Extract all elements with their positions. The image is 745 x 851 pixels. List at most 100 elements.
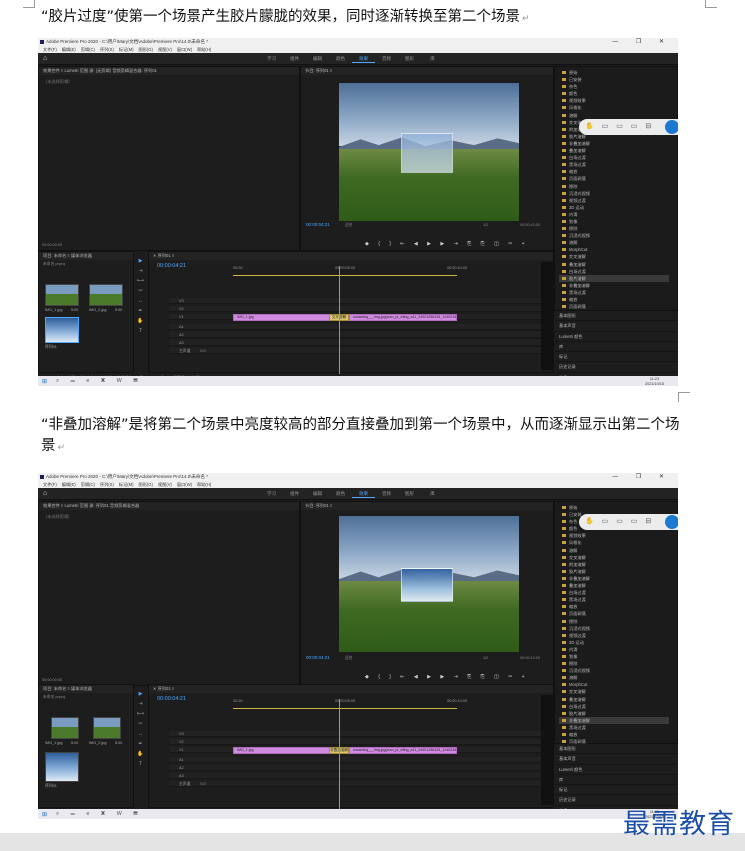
effect-controls-tabs[interactable]: 效果控件 ≡ Lumetri 范围 源: (无剪辑) 音频剪辑混合器: 序列01 — [39, 67, 299, 75]
selection-tool-icon[interactable]: ▶ — [136, 689, 145, 699]
timeline-clip-1[interactable]: IMG_1.jpg — [233, 314, 333, 321]
menu-window[interactable]: 窗口(W) — [177, 481, 192, 488]
floating-toolbar[interactable]: ✋ ▭ ▭ ▭ ⊟ — [579, 514, 678, 530]
tab-audio[interactable]: 音频 — [375, 56, 398, 62]
hand-tool-icon[interactable]: ✋ — [136, 749, 145, 759]
tab-learn[interactable]: 学习 — [260, 491, 283, 497]
fit-dropdown[interactable]: 适合 — [345, 223, 353, 228]
effects-tree-item[interactable]: MorphCut — [559, 246, 669, 253]
razor-tool-icon[interactable]: ✂ — [136, 286, 145, 296]
playhead[interactable] — [339, 699, 340, 809]
type-tool-icon[interactable]: T — [136, 326, 145, 336]
effects-tree-item[interactable]: 页面剥落 — [559, 175, 669, 182]
effects-tree-item[interactable]: 白场过渡 — [559, 268, 669, 275]
tab-graphics[interactable]: 图形 — [398, 56, 421, 62]
windows-start-icon[interactable]: ⊞ — [42, 811, 47, 818]
menu-view[interactable]: 视图(V) — [158, 481, 172, 488]
section-essential-graphics[interactable]: 基本图形 — [555, 744, 677, 755]
media-thumbnail[interactable] — [45, 752, 79, 782]
track-select-icon[interactable]: ⇥ — [136, 266, 145, 276]
window-controls[interactable]: — ❐ ✕ — [612, 38, 672, 45]
effects-tree-item[interactable]: 风格化 — [559, 104, 669, 111]
taskbar-app-icons[interactable]: ⌕ ▭ e ▣ W ▤ — [56, 378, 143, 385]
tab-graphics[interactable]: 图形 — [398, 491, 421, 497]
menu-graphics[interactable]: 图形(G) — [139, 481, 153, 488]
project-panel-tabs[interactable]: 项目: 未命名 ≡ 媒体浏览器 — [39, 685, 133, 693]
menu-sequence[interactable]: 序列(S) — [100, 481, 114, 488]
menu-clip[interactable]: 剪辑(C) — [81, 481, 95, 488]
media-thumbnail[interactable] — [51, 717, 79, 739]
effects-tree-item[interactable]: 溶解 — [559, 547, 669, 554]
menu-clip[interactable]: 剪辑(C) — [81, 46, 95, 53]
effects-tree-item[interactable]: 划像 — [559, 653, 669, 660]
effects-tree-item[interactable]: 视频效果 — [559, 97, 669, 104]
effects-tree-item[interactable]: 胶片溶解 — [559, 568, 669, 575]
section-essential-sound[interactable]: 基本声音 — [555, 321, 677, 332]
effects-tree-item[interactable]: 视频过渡 — [559, 197, 669, 204]
effects-tree-item[interactable]: 风格化 — [559, 539, 669, 546]
media-thumbnail[interactable] — [45, 284, 79, 306]
tab-assembly[interactable]: 组件 — [283, 491, 306, 497]
tab-effects[interactable]: 效果 — [352, 491, 375, 498]
section-libraries[interactable]: 库 — [555, 775, 677, 786]
effects-tree-item[interactable]: 白场过渡 — [559, 154, 669, 161]
timeline-clip-2[interactable]: snownlkq___img,jpg(cum_pi_xiling_a11_240… — [349, 747, 457, 754]
tab-learn[interactable]: 学习 — [260, 56, 283, 62]
effects-tree-item[interactable]: 视频过渡 — [559, 632, 669, 639]
effects-tree-item[interactable]: 颜色 — [559, 90, 669, 97]
effects-tree-item[interactable]: 非叠加溶解 — [559, 140, 669, 147]
effects-tree-item[interactable]: 溶解 — [559, 112, 669, 119]
tab-color[interactable]: 颜色 — [329, 56, 352, 62]
home-icon[interactable]: ⌂ — [43, 490, 47, 497]
section-history[interactable]: 历史记录 — [555, 362, 677, 373]
selection-tool-icon[interactable]: ▶ — [136, 256, 145, 266]
section-essential-graphics[interactable]: 基本图形 — [555, 311, 677, 322]
effects-tree-item[interactable]: 3D 运动 — [559, 204, 669, 211]
effects-tree-item[interactable]: 内滑 — [559, 211, 669, 218]
effects-tree-item[interactable]: 擦除 — [559, 660, 669, 667]
media-thumbnail[interactable] — [93, 717, 121, 739]
menu-sequence[interactable]: 序列(S) — [100, 46, 114, 53]
timeline-timecode[interactable]: 00:00:04:21 — [157, 263, 186, 269]
toolbar-blue-button[interactable] — [665, 120, 678, 134]
effects-tree-item[interactable]: 擦除 — [559, 225, 669, 232]
section-markers[interactable]: 标记 — [555, 352, 677, 363]
effects-tree-item[interactable]: 缩放 — [559, 168, 669, 175]
effects-tree-item[interactable]: 页面剥落 — [559, 610, 669, 617]
effects-tree-item[interactable]: 溶解 — [559, 674, 669, 681]
effects-tree-item[interactable]: 原始 — [559, 69, 669, 76]
effects-tree-item[interactable]: 杂色 — [559, 83, 669, 90]
menu-window[interactable]: 窗口(W) — [177, 46, 192, 53]
menu-help[interactable]: 帮助(H) — [197, 46, 211, 53]
window-controls[interactable]: — ❐ ✕ — [612, 473, 672, 480]
effects-tree-item[interactable]: 视频效果 — [559, 532, 669, 539]
effects-tree-item[interactable]: 划像 — [559, 218, 669, 225]
pen-tool-icon[interactable]: ✒ — [136, 739, 145, 749]
effects-tree-item[interactable]: 黑场过渡 — [559, 161, 669, 168]
menu-view[interactable]: 视图(V) — [158, 46, 172, 53]
tab-editing[interactable]: 编辑 — [306, 56, 329, 62]
tab-assembly[interactable]: 组件 — [283, 56, 306, 62]
tab-audio[interactable]: 音频 — [375, 491, 398, 497]
effects-tree-item[interactable]: 缩放 — [559, 731, 669, 738]
tab-libraries[interactable]: 库 — [421, 491, 444, 497]
effects-tree-item[interactable]: 缩放 — [559, 296, 669, 303]
section-markers[interactable]: 标记 — [555, 785, 677, 796]
fit-dropdown[interactable]: 适合 — [345, 656, 353, 661]
tab-editing[interactable]: 编辑 — [306, 491, 329, 497]
media-thumbnail[interactable] — [89, 284, 123, 306]
effects-tree-item[interactable]: MorphCut — [559, 681, 669, 688]
effects-tree-item[interactable]: 交叉溶解 — [559, 253, 669, 260]
work-area-bar[interactable] — [233, 708, 457, 709]
taskbar-clock[interactable]: 11:23 2021/10/15 — [645, 377, 664, 386]
timeline-clip-2[interactable]: snownlkq___img,jpg(cum_pi_xiling_a11_240… — [349, 314, 457, 321]
effects-tree-item[interactable]: 胶片溶解 — [559, 710, 669, 717]
effects-tree-item[interactable]: 内滑 — [559, 646, 669, 653]
pen-tool-icon[interactable]: ✒ — [136, 306, 145, 316]
hand-tool-icon[interactable]: ✋ — [136, 316, 145, 326]
resolution-dropdown[interactable]: 1/2 — [483, 223, 488, 227]
ripple-edit-icon[interactable]: ⟷ — [136, 276, 145, 286]
effects-tree-item[interactable]: 白场过渡 — [559, 703, 669, 710]
floating-toolbar[interactable]: ✋ ▭ ▭ ▭ ⊟ — [579, 119, 678, 135]
effects-tree-item[interactable]: 交叉溶解 — [559, 688, 669, 695]
